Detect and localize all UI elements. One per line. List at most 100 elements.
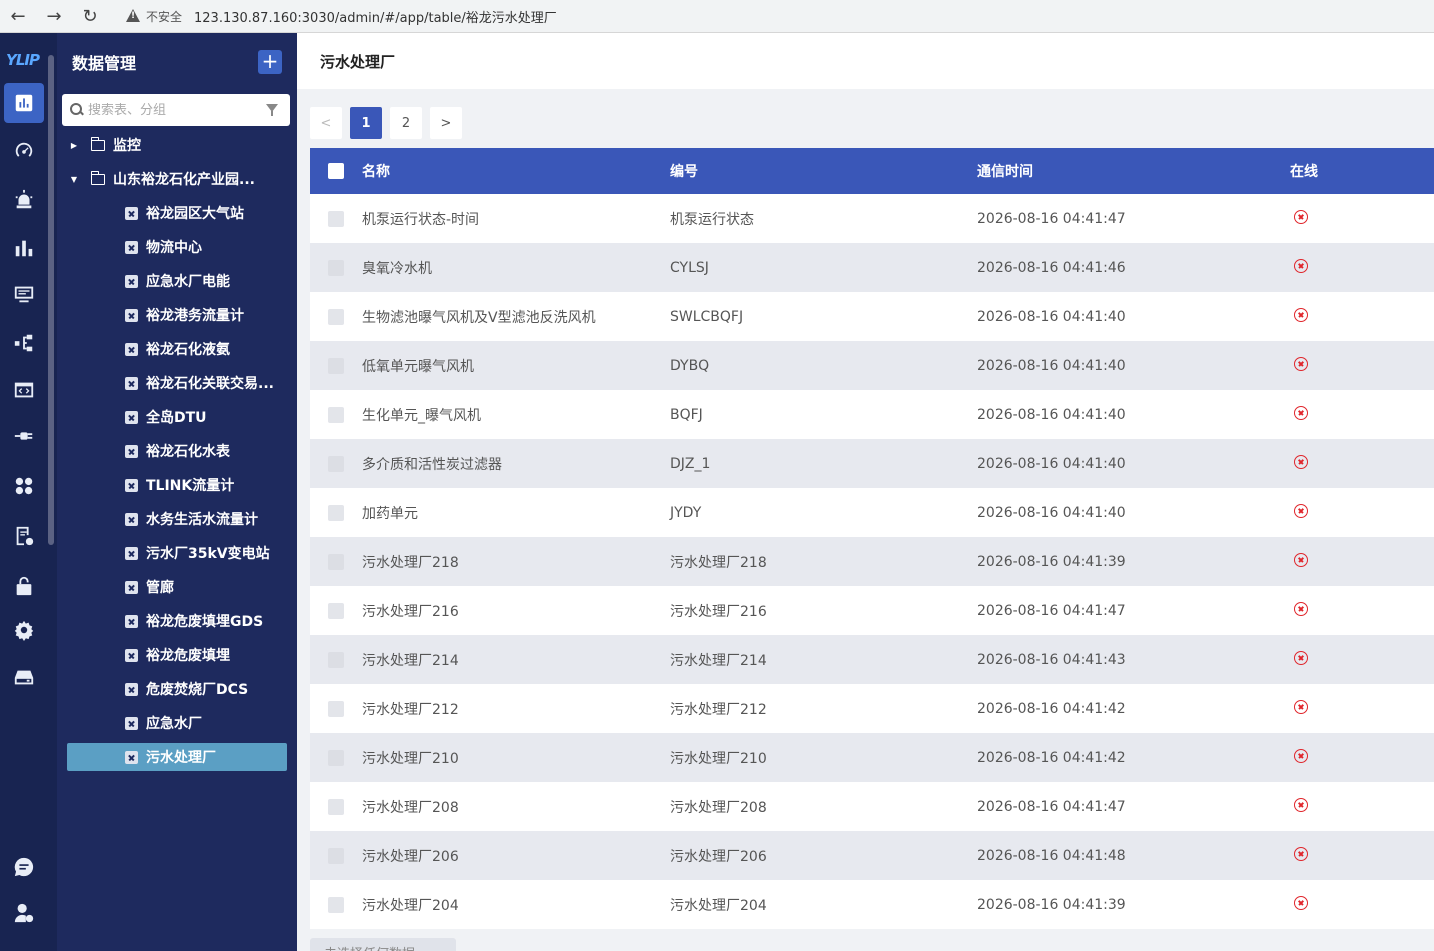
rail-apps[interactable] <box>12 474 36 498</box>
rail-user-settings[interactable] <box>12 901 36 925</box>
table-row[interactable]: 低氧单元曝气风机 DYBQ 2026-08-16 04:41:40 <box>310 341 1434 390</box>
table-row[interactable]: 加药单元 JYDY 2026-08-16 04:41:40 <box>310 488 1434 537</box>
select-all-checkbox[interactable] <box>328 163 344 179</box>
rail-plugin[interactable] <box>12 424 36 448</box>
column-header-code[interactable]: 编号 <box>670 161 977 181</box>
cell-code: 污水处理厂208 <box>670 799 767 816</box>
row-checkbox[interactable] <box>328 308 344 325</box>
rail-lock[interactable] <box>12 574 36 598</box>
row-checkbox[interactable] <box>328 700 344 717</box>
chat-icon <box>14 857 34 877</box>
tree-item[interactable]: 全岛DTU <box>67 403 287 431</box>
row-checkbox[interactable] <box>328 798 344 815</box>
tree-item[interactable]: 裕龙危废填埋 <box>67 641 287 669</box>
offline-icon <box>1294 356 1308 371</box>
flow-icon <box>14 334 33 352</box>
tree-item[interactable]: 应急水厂电能 <box>67 267 287 295</box>
reload-icon[interactable]: ↻ <box>72 1 108 31</box>
table-row[interactable]: 多介质和活性炭过滤器 DJZ_1 2026-08-16 04:41:40 <box>310 439 1434 488</box>
forward-icon[interactable]: → <box>36 1 72 31</box>
sidebar-scrollbar[interactable] <box>48 55 54 545</box>
rail-data-management[interactable] <box>4 83 44 123</box>
rail-code[interactable] <box>12 378 36 402</box>
caret-down-icon[interactable]: ▼ <box>67 175 81 184</box>
table-icon <box>125 580 138 594</box>
address-bar[interactable]: 不安全 123.130.87.160:3030/admin/#/app/tabl… <box>116 3 567 29</box>
row-checkbox[interactable] <box>328 259 344 276</box>
row-checkbox[interactable] <box>328 553 344 570</box>
tree-item[interactable]: 水务生活水流量计 <box>67 505 287 533</box>
page-button-1[interactable]: 1 <box>350 107 382 139</box>
prev-page-button[interactable]: < <box>310 107 342 139</box>
cell-name: 加药单元 <box>362 505 418 522</box>
page-button-2[interactable]: 2 <box>390 107 422 139</box>
cell-code: SWLCBQFJ <box>670 308 744 325</box>
plug-icon <box>14 432 33 440</box>
table-row[interactable]: 污水处理厂208 污水处理厂208 2026-08-16 04:41:47 <box>310 782 1434 831</box>
tree-item[interactable]: 裕龙石化液氨 <box>67 335 287 363</box>
table-row[interactable]: 污水处理厂216 污水处理厂216 2026-08-16 04:41:47 <box>310 586 1434 635</box>
cell-name: 污水处理厂214 <box>362 652 459 669</box>
tree-item[interactable]: 污水处理厂 <box>67 743 287 771</box>
table-row[interactable]: 污水处理厂212 污水处理厂212 2026-08-16 04:41:42 <box>310 684 1434 733</box>
tree-item[interactable]: 管廊 <box>67 573 287 601</box>
rail-dashboard[interactable] <box>12 139 36 163</box>
tree-item[interactable]: 危废焚烧厂DCS <box>67 675 287 703</box>
tree-item[interactable]: TLINK流量计 <box>67 471 287 499</box>
table-row[interactable]: 污水处理厂204 污水处理厂204 2026-08-16 04:41:39 <box>310 880 1434 929</box>
row-checkbox[interactable] <box>328 847 344 864</box>
table-row[interactable]: 生物滤池曝气风机及V型滤池反洗风机 SWLCBQFJ 2026-08-16 04:4… <box>310 292 1434 341</box>
row-checkbox[interactable] <box>328 651 344 668</box>
rail-storage[interactable] <box>12 665 36 689</box>
selection-button[interactable]: 未选择任何数据 <box>310 938 456 951</box>
rail-chat[interactable] <box>12 855 36 879</box>
row-checkbox[interactable] <box>328 602 344 619</box>
rail-reports[interactable] <box>12 524 36 548</box>
table-row[interactable]: 机泵运行状态-时间 机泵运行状态 2026-08-16 04:41:47 <box>310 194 1434 243</box>
tree-item[interactable]: 应急水厂 <box>67 709 287 737</box>
column-header-online[interactable]: 在线 <box>1285 161 1434 181</box>
tree-item[interactable]: 裕龙石化关联交易... <box>67 369 287 397</box>
cell-time: 2026-08-16 04:41:42 <box>977 700 1126 717</box>
tree-item[interactable]: 裕龙港务流量计 <box>67 301 287 329</box>
row-checkbox[interactable] <box>328 357 344 374</box>
column-header-time[interactable]: 通信时间 <box>977 161 1285 181</box>
cell-time: 2026-08-16 04:41:40 <box>977 455 1126 472</box>
row-checkbox[interactable] <box>328 504 344 521</box>
table-row[interactable]: 污水处理厂206 污水处理厂206 2026-08-16 04:41:48 <box>310 831 1434 880</box>
row-checkbox[interactable] <box>328 749 344 766</box>
add-button[interactable]: + <box>258 50 282 74</box>
tree-item[interactable]: 污水厂35kV变电站 <box>67 539 287 567</box>
search-input[interactable] <box>88 102 266 118</box>
rail-statistics[interactable] <box>12 236 36 260</box>
rail-alarm[interactable] <box>12 188 36 212</box>
table-row[interactable]: 生化单元_曝气风机 BQFJ 2026-08-16 04:41:40 <box>310 390 1434 439</box>
table-row[interactable]: 污水处理厂214 污水处理厂214 2026-08-16 04:41:43 <box>310 635 1434 684</box>
tree-item[interactable]: 裕龙石化水表 <box>67 437 287 465</box>
rail-flow[interactable] <box>12 331 36 355</box>
tree-group-monitor[interactable]: ▶ 监控 <box>67 131 287 159</box>
rail-monitor[interactable] <box>12 282 36 306</box>
row-checkbox[interactable] <box>328 210 344 227</box>
row-checkbox[interactable] <box>328 896 344 913</box>
rail-settings[interactable] <box>12 618 36 642</box>
back-icon[interactable]: ← <box>0 1 36 31</box>
table-row[interactable]: 污水处理厂210 污水处理厂210 2026-08-16 04:41:42 <box>310 733 1434 782</box>
filter-icon[interactable] <box>266 102 282 118</box>
tree-item[interactable]: 裕龙危废填埋GDS <box>67 607 287 635</box>
cell-name: 低氧单元曝气风机 <box>362 358 474 375</box>
table-row[interactable]: 污水处理厂218 污水处理厂218 2026-08-16 04:41:39 <box>310 537 1434 586</box>
tree-item[interactable]: 物流中心 <box>67 233 287 261</box>
row-checkbox[interactable] <box>328 406 344 423</box>
next-page-button[interactable]: > <box>430 107 462 139</box>
search-box[interactable] <box>62 94 290 126</box>
table-row[interactable]: 臭氧冷水机 CYLSJ 2026-08-16 04:41:46 <box>310 243 1434 292</box>
url-text[interactable]: 123.130.87.160:3030/admin/#/app/table/裕龙… <box>194 7 557 26</box>
tree-item[interactable]: 裕龙园区大气站 <box>67 199 287 227</box>
row-checkbox[interactable] <box>328 455 344 472</box>
column-header-name[interactable]: 名称 <box>362 161 670 181</box>
cell-code: 污水处理厂212 <box>670 701 767 718</box>
table-icon <box>125 410 138 424</box>
caret-right-icon[interactable]: ▶ <box>67 141 81 150</box>
tree-group-yulong[interactable]: ▼ 山东裕龙石化产业园... <box>67 165 287 193</box>
